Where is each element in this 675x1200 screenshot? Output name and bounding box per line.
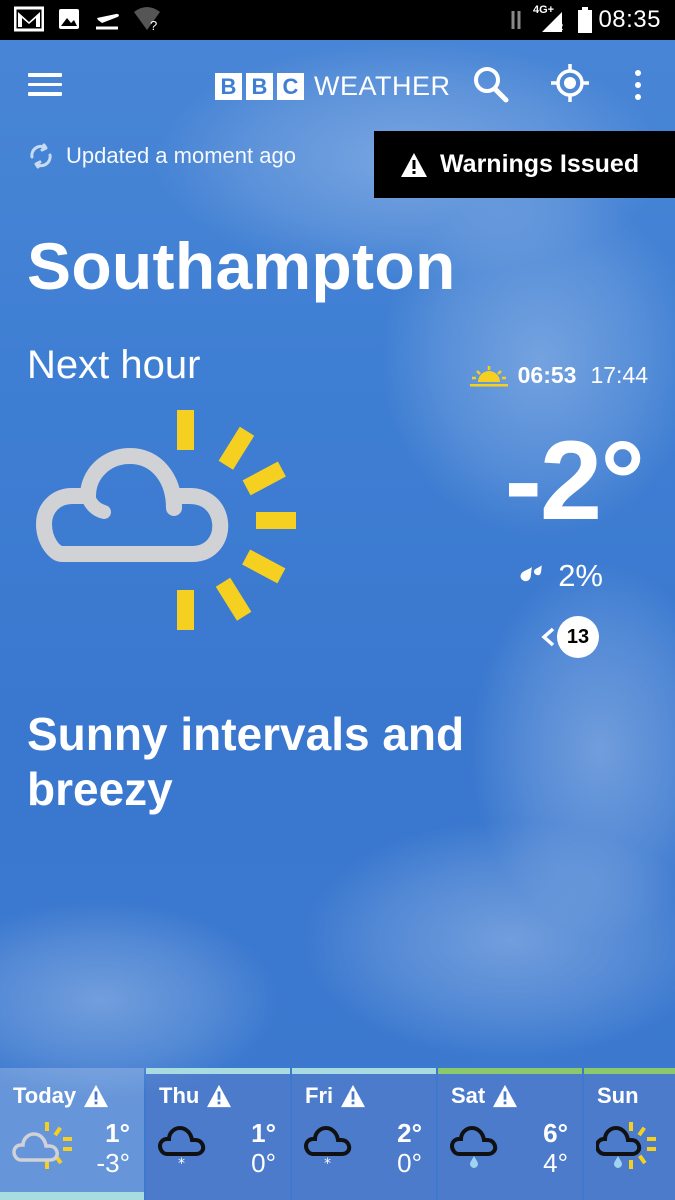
menu-icon[interactable]: [28, 73, 62, 99]
search-icon[interactable]: [472, 64, 510, 104]
forecast-day-fri[interactable]: Fri * 2° 0°: [292, 1068, 436, 1200]
low-temp: -3°: [96, 1148, 130, 1178]
bbc-weather-logo: B B C WEATHER: [215, 71, 451, 101]
snow-cloud-icon: *: [158, 1125, 206, 1172]
locate-icon[interactable]: [550, 62, 590, 104]
wind-direction-icon: [541, 627, 555, 647]
sunrise-icon: [469, 365, 508, 386]
clock: 08:35: [598, 6, 661, 33]
location-name: Southampton: [27, 229, 456, 303]
forecast-day-sun[interactable]: Sun: [584, 1068, 675, 1200]
raindrops-icon: [520, 565, 543, 582]
updated-text: Updated a moment ago: [66, 143, 296, 168]
warning-icon: [493, 1084, 518, 1108]
warning-icon: [401, 152, 427, 177]
low-temp: 4°: [543, 1148, 568, 1178]
logo-word: WEATHER: [314, 70, 451, 101]
forecast-day-sat[interactable]: Sat 6° 4°: [438, 1068, 582, 1200]
app-bar: B B C WEATHER: [0, 40, 675, 130]
logo-letter: C: [277, 72, 304, 100]
rain-cloud-icon: [450, 1125, 498, 1168]
forecast-strip: Today 1° -3° Thu * 1° 0° Fri * 2° 0° Sat…: [0, 1068, 675, 1200]
day-label: Sat: [451, 1083, 486, 1108]
forecast-day-today[interactable]: Today 1° -3°: [0, 1068, 144, 1200]
high-temp: 6°: [543, 1118, 568, 1148]
warnings-label: Warnings Issued: [440, 150, 640, 178]
forecast-day-thu[interactable]: Thu * 1° 0°: [146, 1068, 290, 1200]
day-label: Today: [13, 1083, 77, 1108]
svg-text:*: *: [324, 1156, 331, 1172]
refresh-icon[interactable]: [28, 143, 54, 169]
sunny-intervals-icon: [36, 410, 296, 630]
updated-status[interactable]: Updated a moment ago: [28, 143, 296, 169]
vibrate-icon: [511, 11, 521, 29]
high-temp: 1°: [251, 1118, 276, 1148]
sun-rain-cloud-icon: [596, 1122, 656, 1169]
svg-text:?: ?: [150, 18, 157, 32]
gmail-icon: [14, 6, 44, 32]
wifi-unknown-icon: ?: [134, 7, 160, 32]
day-label: Sun: [597, 1083, 639, 1108]
logo-letter: B: [215, 72, 242, 100]
day-label: Thu: [159, 1083, 200, 1108]
airplane-icon: [96, 13, 119, 30]
image-icon: [59, 9, 79, 29]
low-temp: 0°: [397, 1148, 422, 1178]
roaming-indicator: R: [556, 22, 564, 33]
wind: 13: [541, 616, 599, 658]
high-temp: 2°: [397, 1118, 422, 1148]
svg-text:*: *: [178, 1156, 185, 1172]
wind-speed: 13: [557, 616, 599, 658]
warning-icon: [84, 1084, 109, 1108]
more-icon[interactable]: [632, 68, 644, 102]
sun-times: 06:53 17:44: [469, 362, 648, 389]
sunrise-time: 06:53: [517, 362, 577, 388]
sunset-time: 17:44: [590, 362, 648, 388]
sunny-intervals-icon: [12, 1122, 72, 1169]
weather-summary: Sunny intervals and breezy: [27, 708, 465, 815]
precipitation-value: 2%: [558, 558, 603, 593]
snow-cloud-icon: *: [304, 1125, 352, 1172]
logo-letter: B: [246, 72, 273, 100]
warnings-button[interactable]: Warnings Issued: [374, 131, 675, 198]
day-label: Fri: [305, 1083, 334, 1108]
warning-icon: [341, 1084, 366, 1108]
high-temp: 1°: [105, 1118, 130, 1148]
current-temperature: -2°: [504, 418, 645, 543]
next-hour-label: Next hour: [27, 343, 201, 387]
battery-icon: [578, 7, 592, 33]
status-bar: ? 4G+ R 08:35: [0, 0, 675, 40]
precipitation: 2%: [520, 558, 603, 594]
low-temp: 0°: [251, 1148, 276, 1178]
warning-icon: [207, 1084, 232, 1108]
